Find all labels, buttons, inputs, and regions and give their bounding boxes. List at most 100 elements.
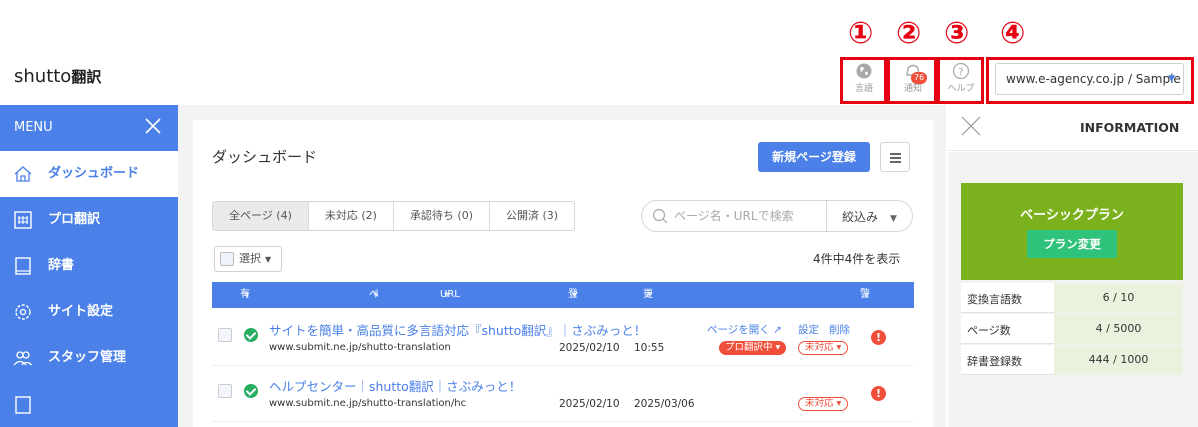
row-url: www.submit.ne.jp/shutto-translation/hc [269,398,467,409]
pro-translation-badge[interactable]: プロ翻訳中 ▾ [719,341,787,355]
stat-label: 辞書登録数 [967,355,1022,368]
warning-icon[interactable]: ! [871,330,886,345]
table-row: ヘルプセンター｜shutto翻訳｜さぶみっと！ www.submit.ne.jp… [212,366,914,422]
plan-box: ベーシックプラン プラン変更 [961,183,1183,280]
select-all-checkbox[interactable] [220,252,234,266]
status-tabs: 全ページ (4) 未対応 (2) 承認待ち (0) 公開済 (3) [212,201,576,231]
menu-label: MENU [14,120,53,135]
sidebar-item-partial[interactable] [0,381,178,427]
sidebar-item-label: 辞書 [48,258,75,273]
caret-down-icon: ▼ [1168,74,1175,84]
book-icon [15,257,31,275]
help-button[interactable]: ? ヘルプ [939,60,983,102]
hamburger-line [890,153,901,155]
row-checkbox[interactable] [218,384,232,398]
table-row: サイトを簡単・高品質に多言語対応『shutto翻訳』｜さぶみっと！ www.su… [212,310,914,366]
status-badge[interactable]: 未対応 ▾ [798,397,849,411]
stat-label: 変換言語数 [967,293,1022,306]
filter-dropdown[interactable]: 絞込み ▼ [842,208,897,225]
sidebar-item-pro-translation[interactable]: プロ翻訳 [0,197,178,243]
plan-change-button[interactable]: プラン変更 [1027,230,1117,258]
site-selector-value: www.e-agency.co.jp / Sample [1006,72,1181,86]
close-icon[interactable] [144,117,162,135]
row-title[interactable]: サイトを簡単・高品質に多言語対応『shutto翻訳』｜さぶみっと！ [269,320,646,339]
sort-icon: ▼ [572,291,578,299]
gear-icon [15,304,31,320]
sidebar-item-dictionary[interactable]: 辞書 [0,243,178,289]
sidebar-item-staff[interactable]: スタッフ管理 [0,335,178,381]
sidebar: MENU ダッシュボード プロ翻訳 辞書 サイト設定 スタッフ管理 [0,105,178,427]
sort-icon: ▼ [373,291,379,299]
status-label: 未対応 [805,342,834,353]
search-icon [652,208,668,224]
caret-down-icon: ▼ [265,255,272,264]
stat-dictionary: 辞書登録数 444 / 1000 [961,345,1183,375]
app-logo[interactable]: shutto翻訳 [14,66,101,87]
open-page-label: ページを開く [707,324,770,336]
stat-value: 4 / 5000 [1054,314,1183,344]
close-icon[interactable] [960,115,982,137]
status-label: 未対応 [805,398,834,409]
help-icon: ? [952,62,970,80]
delete-link[interactable]: 削除 [829,322,850,337]
select-label: 選択 [239,252,261,265]
sidebar-item-dashboard[interactable]: ダッシュボード [0,151,178,197]
stat-label: ページ数 [967,324,1011,337]
sidebar-item-label: ダッシュボード [48,166,140,181]
home-icon [14,166,32,182]
sort-icon: ▼ [244,291,250,299]
annotation-3: ③ [944,16,970,51]
pro-status-label: プロ翻訳中 [725,342,773,353]
row-registered: 2025/02/10 [559,398,620,410]
search-input[interactable] [674,207,824,225]
row-updated: 10:55 [634,342,665,354]
bulk-select-dropdown[interactable]: 選択 ▼ [214,246,282,272]
sidebar-item-label: サイト設定 [48,304,114,319]
list-menu-button[interactable] [880,142,910,172]
calendar-icon [14,211,32,229]
stat-value: 6 / 10 [1054,283,1183,313]
help-label: ヘルプ [947,84,975,94]
row-url: www.submit.ne.jp/shutto-translation [269,342,451,353]
stat-value: 444 / 1000 [1054,345,1183,375]
sidebar-item-label: スタッフ管理 [48,350,127,365]
warning-icon[interactable]: ! [871,386,886,401]
sort-icon: ▼ [864,291,870,299]
tab-pending-approval[interactable]: 承認待ち (0) [394,202,491,230]
stat-pages: ページ数 4 / 5000 [961,314,1183,344]
table-header: 有効 ▼ ページ名 ▼ URL ▼ 登録日 ▼ 更新日 ▼ 警告 ▼ [212,282,914,378]
site-selector[interactable]: www.e-agency.co.jp / Sample ▼ [995,63,1184,95]
sort-icon: ▼ [444,291,450,299]
sidebar-header: MENU [0,105,178,151]
sidebar-item-site-settings[interactable]: サイト設定 [0,289,178,335]
sidebar-item-label: プロ翻訳 [48,212,101,227]
notification-count-badge: 76 [911,72,928,84]
search-divider [826,201,827,231]
open-page-link[interactable]: ページを開く ↗ [707,322,782,337]
tab-published[interactable]: 公開済 (3) [490,202,574,230]
tab-unhandled[interactable]: 未対応 (2) [309,202,394,230]
page-title: ダッシュボード [212,148,318,166]
result-count: 4件中4件を表示 [813,252,901,266]
info-title: INFORMATION [1080,120,1180,135]
status-badge[interactable]: 未対応 ▾ [798,341,849,355]
svg-text:?: ? [958,67,963,78]
settings-link[interactable]: 設定 [798,322,819,337]
new-page-button[interactable]: 新規ページ登録 [758,142,870,172]
globe-icon [856,63,872,79]
language-label: 言語 [854,84,873,94]
caret-down-icon: ▼ [890,214,897,224]
enabled-check-icon [244,384,258,398]
language-button[interactable]: 言語 [842,60,886,102]
row-checkbox[interactable] [218,328,232,342]
row-title[interactable]: ヘルプセンター｜shutto翻訳｜さぶみっと！ [269,376,521,395]
users-icon [13,351,33,366]
row-updated: 2025/03/06 [634,398,695,410]
logo-suffix: 翻訳 [71,68,102,86]
sort-icon: ▼ [647,291,653,299]
annotation-4: ④ [1000,16,1026,51]
search-box: 絞込み ▼ [641,200,913,232]
notification-button[interactable]: 76 通知 [891,60,935,102]
tab-all[interactable]: 全ページ (4) [213,202,309,230]
info-header: INFORMATION [948,105,1198,151]
